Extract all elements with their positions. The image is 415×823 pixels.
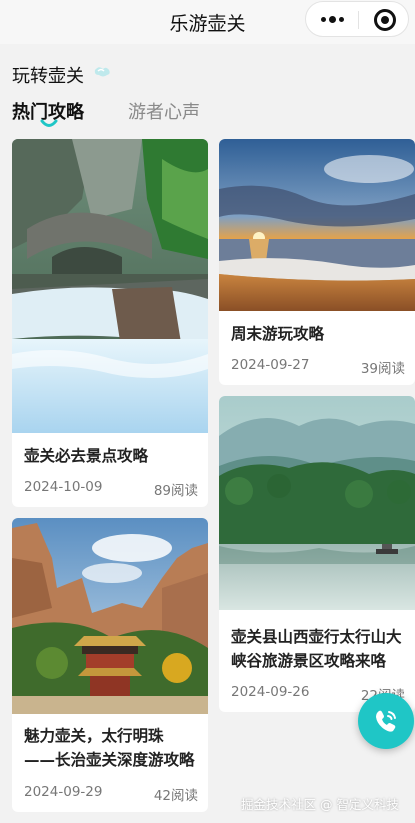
guide-card[interactable]: 壶关县山西壶行太行山大峡谷旅游景区攻略来咯 2024-09-26 22阅读 [219,396,415,712]
guide-card[interactable]: 周末游玩攻略 2024-09-27 39阅读 [219,139,415,385]
tab-traveler-voices[interactable]: 游者心声 [128,98,200,124]
guide-card[interactable]: 魅力壶关，太行明珠 ——长治壶关深度游攻略 2024-09-29 42阅读 [12,518,208,812]
card-read-count: 89阅读 [153,483,198,499]
tab-active-indicator [40,119,58,127]
phone-icon [376,710,396,732]
card-image-mountain-temple [12,518,208,714]
card-title: 壶关必去景点攻略 [24,447,149,465]
section-title: 玩转壶关 [12,66,84,87]
mini-program-close-icon[interactable] [374,9,396,31]
watermark: 掘金技术社区 @ 智定义科技 [241,797,399,812]
card-title: 周末游玩攻略 [231,325,325,343]
card-read-count: 39阅读 [360,361,405,377]
cloud-decoration-icon [94,67,110,77]
card-read-count: 42阅读 [153,788,198,804]
card-image-waterfall [12,139,208,433]
card-image-beach-sunset [219,139,415,311]
card-date: 2024-10-09 [24,479,103,495]
call-button[interactable] [358,693,414,749]
card-title: 魅力壶关，太行明珠 ——长治壶关深度游攻略 [24,727,195,769]
card-title: 壶关县山西壶行太行山大峡谷旅游景区攻略来咯 [231,628,402,670]
card-date: 2024-09-27 [231,357,310,373]
capsule-divider [358,11,359,29]
card-image-lake-mountains [219,396,415,610]
card-date: 2024-09-29 [24,784,103,800]
guide-card[interactable]: 壶关必去景点攻略 2024-10-09 89阅读 [12,139,208,507]
top-navbar: 乐游壶关 [0,0,415,44]
card-date: 2024-09-26 [231,684,310,700]
mini-program-capsule [305,1,409,37]
more-dots-icon[interactable] [320,16,346,24]
